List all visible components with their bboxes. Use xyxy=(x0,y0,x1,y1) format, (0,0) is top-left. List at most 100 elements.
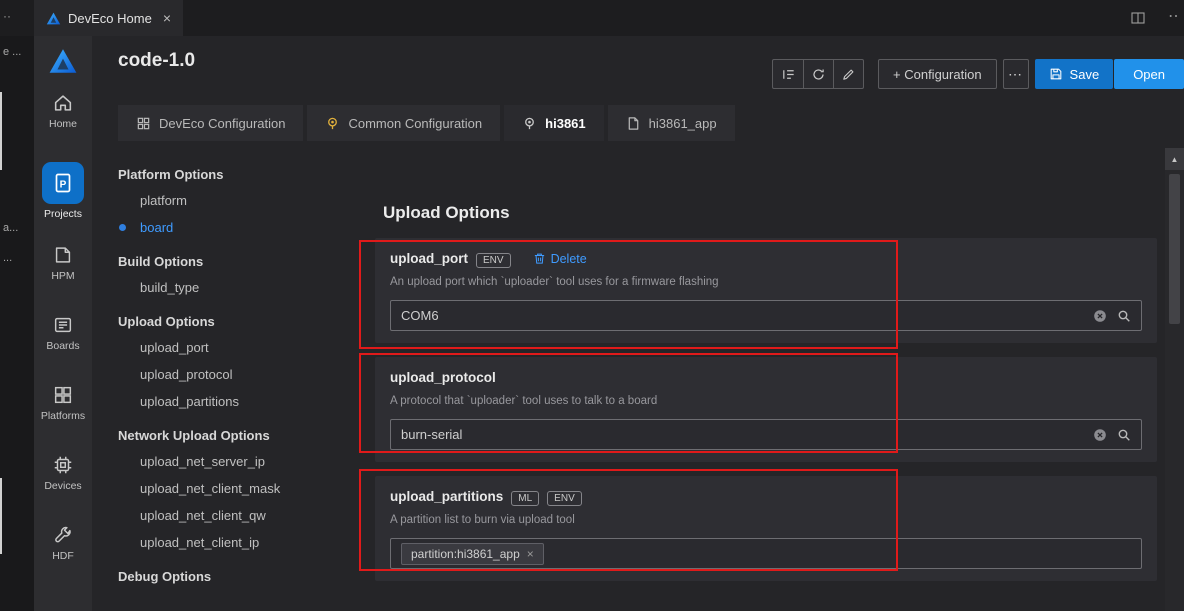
more-button[interactable]: ⋯ xyxy=(1003,59,1029,89)
edge-fragment: a... xyxy=(3,222,33,234)
scrollbar-thumb[interactable] xyxy=(1169,174,1180,324)
panel-heading: Upload Options xyxy=(383,202,1157,223)
config-tab-common-configuration[interactable]: Common Configuration xyxy=(307,105,500,141)
card-upload_protocol: upload_protocol A protocol that `uploade… xyxy=(375,357,1157,462)
header-actions: + Configuration ⋯ Save Open xyxy=(772,59,1184,89)
scroll-up-icon[interactable]: ▲ xyxy=(1165,148,1184,170)
search-icon[interactable] xyxy=(1117,309,1131,323)
home-icon xyxy=(52,92,74,114)
clear-icon[interactable] xyxy=(1093,309,1107,323)
config-tabs: DevEco Configuration Common Configuratio… xyxy=(118,105,735,141)
activity-item-devices[interactable]: Devices xyxy=(41,454,85,492)
open-button-label: Open xyxy=(1133,67,1165,82)
option-description: A partition list to burn via upload tool xyxy=(390,513,1142,527)
deveco-logo xyxy=(48,48,78,74)
trash-icon xyxy=(533,252,546,265)
scrollbar[interactable]: ▲ xyxy=(1165,148,1184,611)
projects-icon: P xyxy=(42,162,84,204)
activity-item-home[interactable]: Home xyxy=(41,92,85,130)
editor-tab-title: DevEco Home xyxy=(68,11,152,26)
configuration-button[interactable]: + Configuration xyxy=(878,59,997,89)
tab-close-icon[interactable]: × xyxy=(163,11,171,25)
option-input-chips: partition:hi3861_app × xyxy=(401,543,1131,565)
deveco-logo-icon xyxy=(46,12,61,25)
search-icon[interactable] xyxy=(1117,428,1131,442)
tree-section: Debug Options xyxy=(118,568,358,585)
activity-item-label: Boards xyxy=(46,340,79,352)
env-badge: ENV xyxy=(547,491,582,506)
option-name: upload_port xyxy=(390,251,468,266)
save-button-label: Save xyxy=(1070,67,1100,82)
option-name: upload_partitions xyxy=(390,489,503,504)
activity-item-hdf[interactable]: HDF xyxy=(41,524,85,562)
chip-remove-icon[interactable]: × xyxy=(527,548,534,560)
tree-item-upload_net_client_mask[interactable]: upload_net_client_mask xyxy=(118,475,358,502)
pin-icon xyxy=(522,116,537,131)
tree-section-header: Upload Options xyxy=(118,313,358,330)
edit-icon[interactable] xyxy=(833,60,863,88)
activity-bar: Home P Projects HPM Boards Platforms Dev… xyxy=(34,36,92,611)
tree-item-upload_partitions[interactable]: upload_partitions xyxy=(118,388,358,415)
svg-text:P: P xyxy=(60,180,67,191)
tree-section-header: Debug Options xyxy=(118,568,358,585)
activity-item-hpm[interactable]: HPM xyxy=(41,244,85,282)
refresh-icon[interactable] xyxy=(803,60,833,88)
tree-item-upload_net_client_ip[interactable]: upload_net_client_ip xyxy=(118,529,358,556)
clear-icon[interactable] xyxy=(1093,428,1107,442)
activity-item-label: HPM xyxy=(51,270,74,282)
tree-item-label: upload_port xyxy=(140,340,209,355)
edge-fragment: ... xyxy=(3,252,33,264)
option-description: An upload port which `uploader` tool use… xyxy=(390,275,1142,289)
editor-tab-deveco-home[interactable]: DevEco Home × xyxy=(34,0,183,36)
config-tab-label: Common Configuration xyxy=(348,116,482,131)
option-name: upload_protocol xyxy=(390,370,496,385)
tree-item-upload_net_client_qw[interactable]: upload_net_client_qw xyxy=(118,502,358,529)
edge-highlight-bar xyxy=(0,92,2,170)
tree-items: platform board xyxy=(118,187,358,241)
option-input[interactable]: burn-serial xyxy=(390,419,1142,450)
card-upload_port: upload_port ENV Delete An upload port wh… xyxy=(375,238,1157,343)
activity-item-boards[interactable]: Boards xyxy=(41,314,85,352)
config-tab-hi3861[interactable]: hi3861 xyxy=(504,105,603,141)
pin-yellow-icon xyxy=(325,116,340,131)
delete-button[interactable]: Delete xyxy=(533,252,587,266)
panel: Upload Options upload_port ENV Delete An… xyxy=(375,202,1157,595)
option-input[interactable]: partition:hi3861_app × xyxy=(390,538,1142,569)
env-badge: ENV xyxy=(476,253,511,268)
boards-icon xyxy=(52,314,74,336)
activity-item-projects[interactable]: P Projects xyxy=(41,162,85,220)
tree-items: build_type xyxy=(118,274,358,301)
topbar-overflow-menu[interactable]: ⋯ xyxy=(1168,6,1180,26)
tree-section: Network Upload Options upload_net_server… xyxy=(118,427,358,556)
tree-item-platform[interactable]: platform xyxy=(118,187,358,214)
tree-list-icon[interactable] xyxy=(773,60,803,88)
tree-item-label: board xyxy=(140,220,173,235)
tree-item-upload_protocol[interactable]: upload_protocol xyxy=(118,361,358,388)
option-card-head: upload_port ENV Delete xyxy=(390,249,1142,268)
platforms-icon xyxy=(52,384,74,406)
tree-item-upload_net_server_ip[interactable]: upload_net_server_ip xyxy=(118,448,358,475)
cards: upload_port ENV Delete An upload port wh… xyxy=(375,238,1157,581)
split-editor-icon[interactable] xyxy=(1130,10,1146,26)
cropped-window-edge: e ... a... ... xyxy=(0,36,34,611)
tree-item-board[interactable]: board xyxy=(118,214,358,241)
option-card-head: upload_protocol xyxy=(390,368,1142,387)
save-button[interactable]: Save xyxy=(1035,59,1114,89)
tree-section-header: Platform Options xyxy=(118,166,358,183)
tree-section-header: Network Upload Options xyxy=(118,427,358,444)
devices-icon xyxy=(52,454,74,476)
partition-chip-label: partition:hi3861_app xyxy=(411,547,520,561)
tree-item-upload_port[interactable]: upload_port xyxy=(118,334,358,361)
activity-item-platforms[interactable]: Platforms xyxy=(41,384,85,422)
option-input-value: burn-serial xyxy=(401,427,1083,442)
tree-item-label: build_type xyxy=(140,280,199,295)
card-upload_partitions: upload_partitions MLENV A partition list… xyxy=(375,476,1157,581)
config-tab-hi3861-app[interactable]: hi3861_app xyxy=(608,105,735,141)
config-tab-deveco-configuration[interactable]: DevEco Configuration xyxy=(118,105,303,141)
partition-chip[interactable]: partition:hi3861_app × xyxy=(401,543,544,565)
activity-item-label: Home xyxy=(49,118,77,130)
window-top-bar: ·· DevEco Home × ⋯ xyxy=(0,0,1184,36)
option-input[interactable]: COM6 xyxy=(390,300,1142,331)
tree-item-build_type[interactable]: build_type xyxy=(118,274,358,301)
open-button[interactable]: Open xyxy=(1114,59,1184,89)
